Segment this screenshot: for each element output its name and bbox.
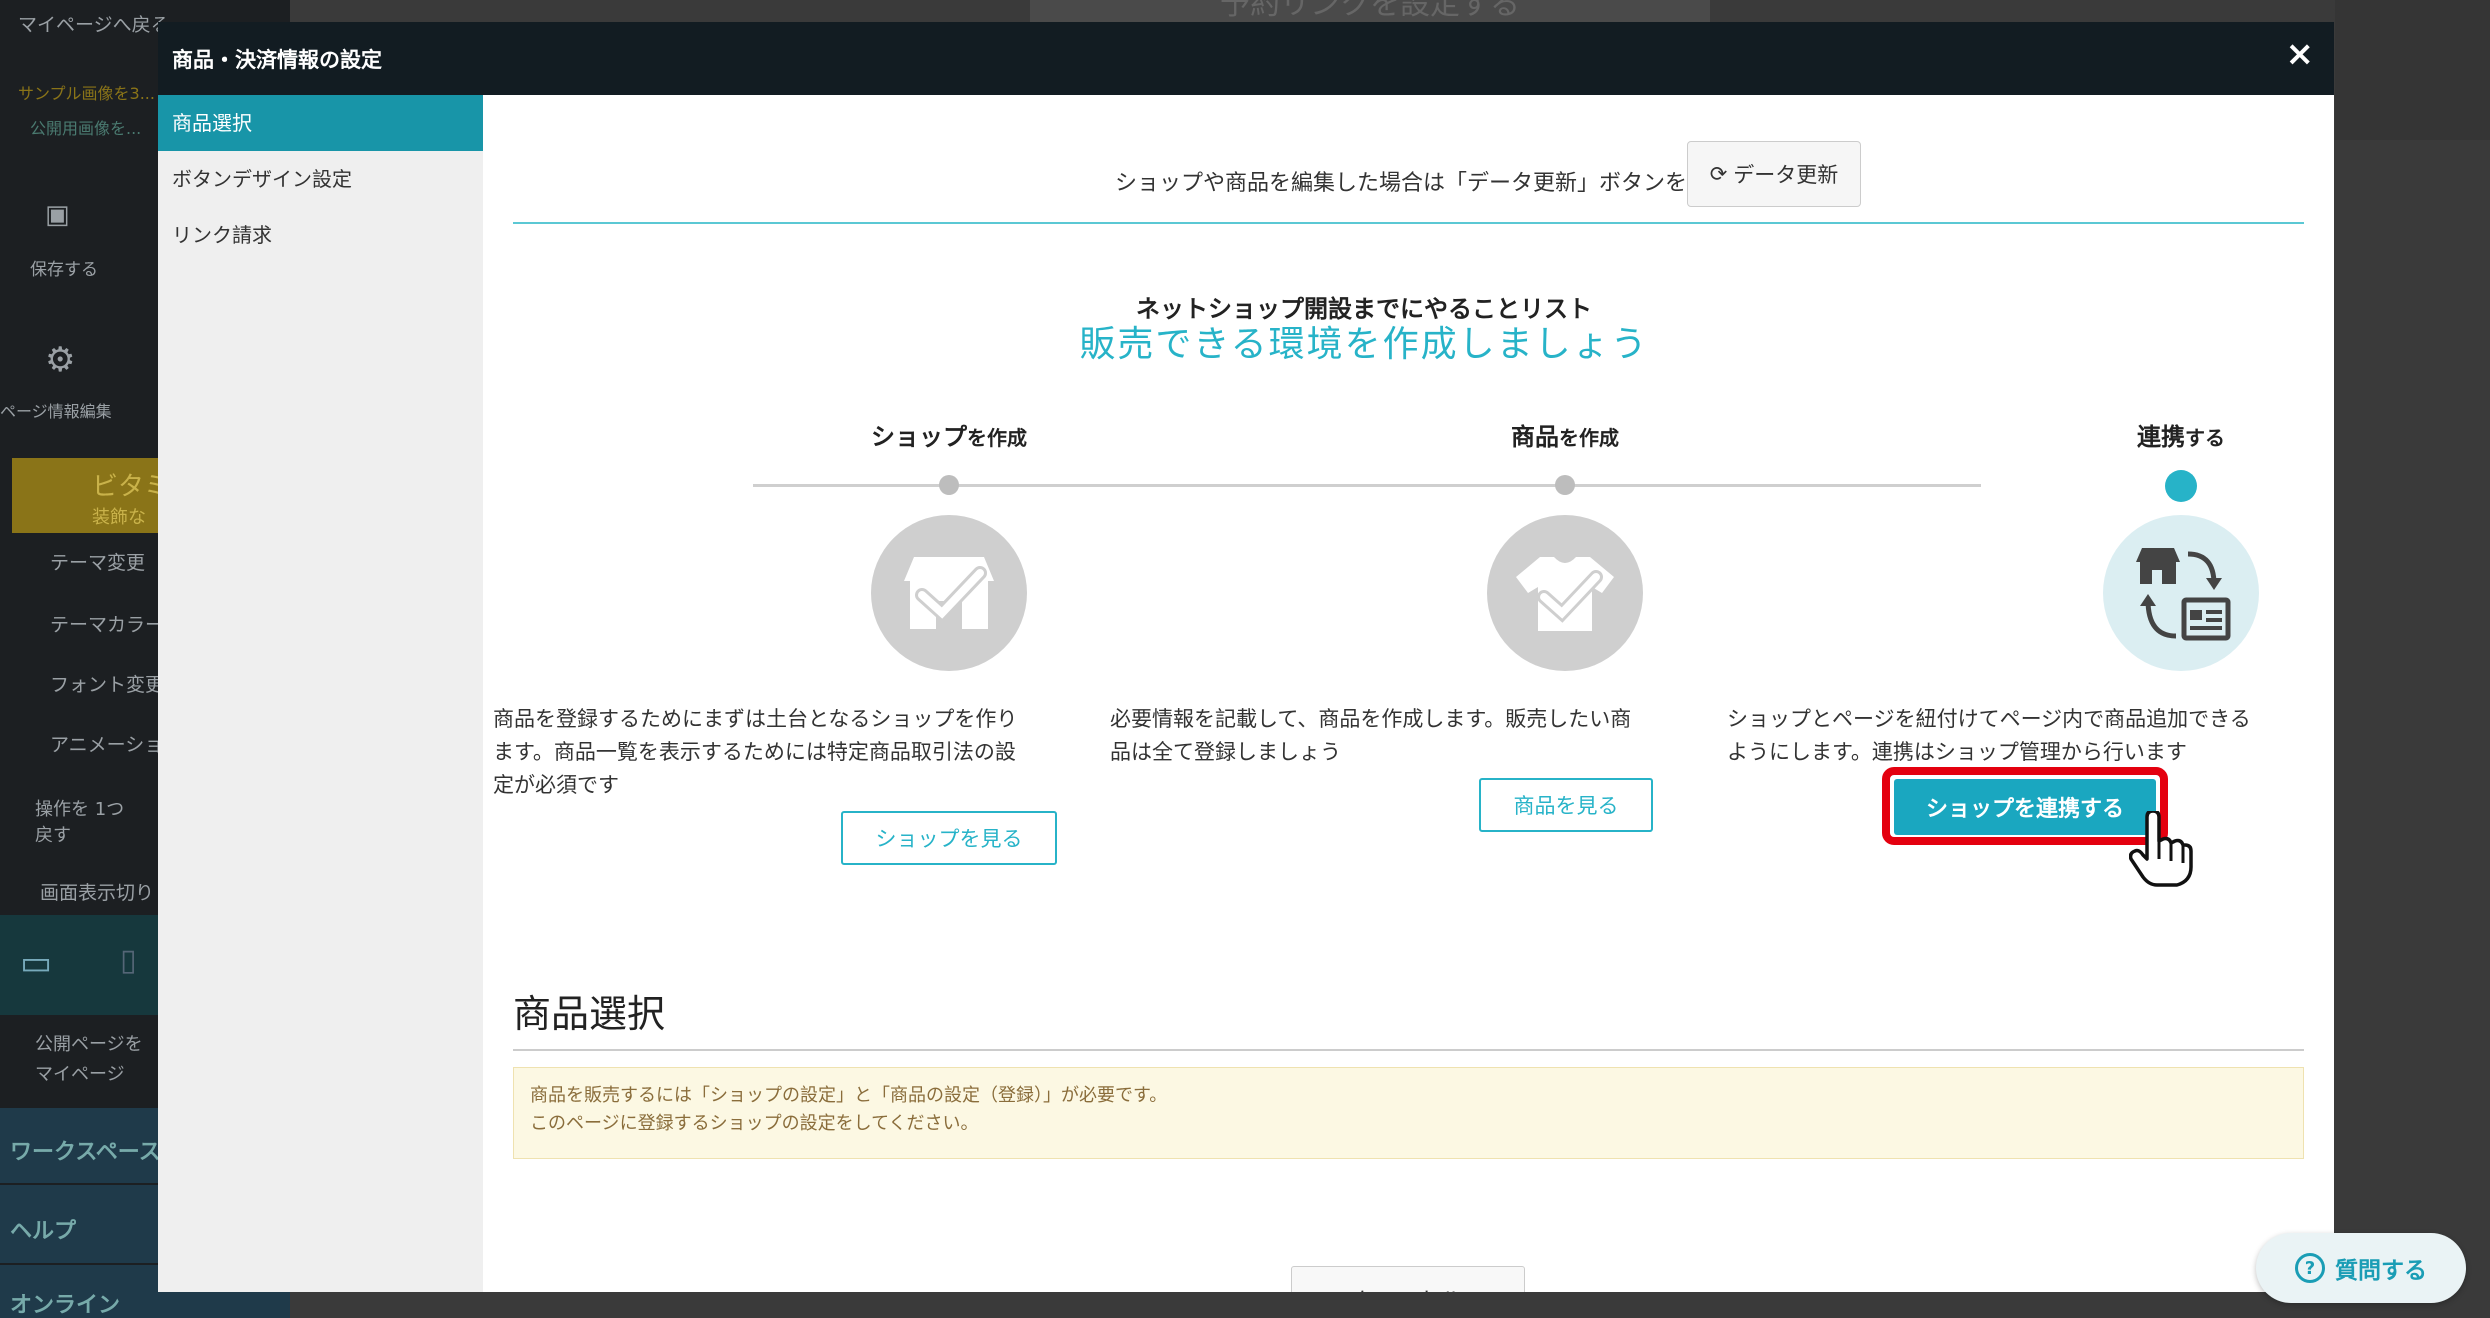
view-products-button[interactable]: 商品を見る — [1479, 778, 1653, 832]
ask-question-button[interactable]: ? 質問する — [2256, 1233, 2466, 1303]
step-label-main: ショップ — [871, 423, 967, 451]
alert-line: 商品を販売するには「ショップの設定」と「商品の設定（登録）」が必要です。 — [530, 1085, 1168, 1106]
steps-title: 販売できる環境を作成しましょう — [1079, 324, 1649, 365]
step-dot-link — [2165, 470, 2197, 502]
step-label-link: 連携する — [2137, 417, 2225, 452]
divider — [513, 222, 2304, 224]
step-label-main: 連携 — [2137, 423, 2185, 451]
step-label-sub: を作成 — [1559, 426, 1619, 450]
alert-line: このページに登録するショップの設定をしてください。 — [530, 1113, 979, 1134]
step-label-main: 商品 — [1511, 423, 1559, 451]
undo-button[interactable]: 操作を 1つ戻す — [35, 795, 135, 847]
warning-alert: 商品を販売するには「ショップの設定」と「商品の設定（登録）」が必要です。 このペ… — [513, 1067, 2304, 1159]
step-description-product: 必要情報を記載して、商品を作成します。販売したい商品は全て登録しましょう — [1110, 707, 1632, 764]
nav-item-product-select[interactable]: 商品選択 — [158, 95, 483, 151]
shop-check-icon — [871, 515, 1027, 671]
product-settings-modal: 商品・決済情報の設定 × 商品選択 ボタンデザイン設定 リンク請求 ショップや商… — [158, 22, 2334, 1292]
step-dot-shop — [939, 475, 959, 495]
modal-content: ショップや商品を編集した場合は「データ更新」ボタンを押してください ⟳ データ更… — [483, 95, 2334, 1292]
step-label-sub: を作成 — [967, 426, 1027, 450]
highlight-frame: ショップを連携する — [1882, 767, 2168, 845]
step-label-shop: ショップを作成 — [871, 417, 1027, 452]
modal-header: 商品・決済情報の設定 × — [158, 22, 2334, 95]
link-shop-button[interactable]: ショップを連携する — [1894, 779, 2156, 835]
section-divider — [513, 1049, 2304, 1051]
section-title: 商品選択 — [513, 992, 666, 1036]
mobile-icon[interactable]: ▯ — [120, 943, 137, 978]
step-label-product: 商品を作成 — [1511, 417, 1619, 452]
refresh-data-button[interactable]: ⟳ データ更新 — [1687, 141, 1861, 207]
question-icon: ? — [2295, 1253, 2325, 1283]
hand-pointer-icon — [2128, 809, 2193, 891]
step-description-link: ショップとページを紐付けてページ内で商品追加できるようにします。連携はショップ管… — [1727, 707, 2251, 764]
step-description-shop: 商品を登録するためにまずは土台となるショップを作ります。商品一覧を表示するために… — [493, 707, 1018, 797]
refresh-icon: ⟳ — [1709, 162, 1728, 186]
shop-sync-icon — [2103, 515, 2259, 671]
modal-title: 商品・決済情報の設定 — [172, 48, 382, 72]
cancel-button[interactable]: キャンセル — [1291, 1266, 1525, 1292]
product-check-icon — [1487, 515, 1643, 671]
refresh-button-label: データ更新 — [1733, 163, 1839, 187]
desktop-icon[interactable]: ▭ — [20, 943, 52, 983]
nav-item-button-design[interactable]: ボタンデザイン設定 — [158, 151, 483, 207]
nav-item-link-request[interactable]: リンク請求 — [158, 207, 483, 263]
view-shop-button[interactable]: ショップを見る — [841, 811, 1057, 865]
step-label-sub: する — [2185, 426, 2225, 450]
modal-sidebar: 商品選択 ボタンデザイン設定 リンク請求 — [158, 95, 483, 1292]
background-panel — [2335, 0, 2490, 140]
progress-timeline — [753, 484, 1981, 487]
ask-label: 質問する — [2335, 1258, 2427, 1284]
close-icon[interactable]: × — [2286, 34, 2315, 74]
step-dot-product — [1555, 475, 1575, 495]
